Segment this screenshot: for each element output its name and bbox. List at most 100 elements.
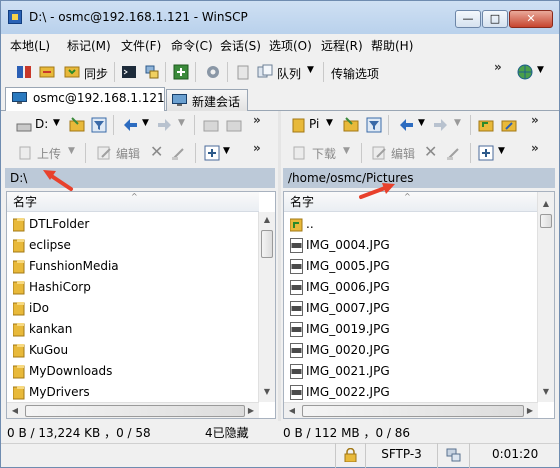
- remote-action-overflow-chevron[interactable]: »: [531, 141, 539, 155]
- scroll-up-arrow[interactable]: ▲: [259, 212, 275, 228]
- synchronize-icon[interactable]: [64, 64, 80, 80]
- upload-dropdown-arrow[interactable]: ▼: [68, 146, 75, 156]
- local-horizontal-scrollbar[interactable]: ◀ ▶: [7, 402, 259, 418]
- minimize-button[interactable]: —: [455, 10, 481, 28]
- list-item[interactable]: IMG_0007.JPG: [284, 298, 538, 319]
- back-dropdown-arrow[interactable]: ▼: [142, 118, 149, 128]
- tab-new-session[interactable]: 新建会话: [166, 89, 248, 111]
- menu-mark[interactable]: 标记(M): [67, 37, 111, 54]
- delete-icon[interactable]: ✕: [150, 142, 163, 161]
- list-item[interactable]: IMG_0004.JPG: [284, 235, 538, 256]
- remote-path-bar[interactable]: /home/osmc/Pictures: [283, 168, 555, 188]
- list-item[interactable]: IMG_0006.JPG: [284, 277, 538, 298]
- menu-session[interactable]: 会话(S): [220, 37, 261, 54]
- remote-drive-select[interactable]: Pi: [309, 117, 319, 131]
- properties-icon[interactable]: [446, 145, 462, 161]
- scroll-left-arrow[interactable]: ◀: [284, 403, 300, 418]
- open-folder-icon[interactable]: [69, 117, 85, 133]
- h-scroll-thumb[interactable]: [25, 405, 245, 417]
- forward-dropdown-arrow[interactable]: ▼: [178, 118, 185, 128]
- edit-icon[interactable]: [371, 145, 387, 161]
- scroll-left-arrow[interactable]: ◀: [7, 403, 23, 418]
- transfer-options-button[interactable]: 传输选项: [331, 65, 379, 82]
- maximize-button[interactable]: □: [482, 10, 508, 28]
- filter-icon[interactable]: [91, 117, 107, 133]
- new-item-dropdown-arrow[interactable]: ▼: [223, 146, 230, 156]
- upload-button[interactable]: 上传: [37, 145, 61, 162]
- local-address-overflow-chevron[interactable]: »: [253, 113, 261, 127]
- keep-remote-updated-icon[interactable]: [39, 64, 55, 80]
- scroll-thumb[interactable]: [261, 230, 273, 258]
- filter-icon[interactable]: [366, 117, 382, 133]
- remote-vertical-scrollbar[interactable]: ▲ ▼: [537, 192, 554, 402]
- list-item[interactable]: eclipse: [7, 235, 259, 256]
- list-item[interactable]: DTLFolder: [7, 214, 259, 235]
- list-item[interactable]: kankan: [7, 319, 259, 340]
- remote-address-overflow-chevron[interactable]: »: [531, 113, 539, 127]
- close-button[interactable]: ✕: [509, 10, 553, 28]
- new-item-plus-icon[interactable]: [204, 145, 220, 161]
- list-item[interactable]: IMG_0019.JPG: [284, 319, 538, 340]
- console-icon[interactable]: [121, 64, 137, 80]
- list-item[interactable]: IMG_0021.JPG: [284, 361, 538, 382]
- forward-arrow-icon[interactable]: [433, 117, 449, 133]
- preferences-gear-icon[interactable]: [205, 64, 221, 80]
- root-dir-icon[interactable]: [226, 117, 242, 133]
- tab-session[interactable]: osmc@192.168.1.121: [5, 87, 165, 111]
- queue-dropdown-arrow[interactable]: ▼: [307, 65, 314, 75]
- parent-dir-icon[interactable]: [203, 117, 219, 133]
- menu-local[interactable]: 本地(L): [10, 37, 50, 54]
- forward-dropdown-arrow[interactable]: ▼: [454, 118, 461, 128]
- scroll-right-arrow[interactable]: ▶: [522, 403, 538, 418]
- local-column-name-header[interactable]: 名字 ^: [7, 192, 259, 212]
- list-item[interactable]: HashiCorp: [7, 277, 259, 298]
- list-item[interactable]: FunshionMedia: [7, 256, 259, 277]
- edit-icon[interactable]: [96, 145, 112, 161]
- parent-dir-icon[interactable]: [478, 117, 494, 133]
- scroll-up-arrow[interactable]: ▲: [538, 196, 554, 212]
- download-icon[interactable]: [291, 145, 307, 161]
- menu-command[interactable]: 命令(C): [171, 37, 213, 54]
- forward-arrow-icon[interactable]: [157, 117, 173, 133]
- menu-help[interactable]: 帮助(H): [371, 37, 413, 54]
- list-item-parent[interactable]: ..: [284, 214, 538, 235]
- scroll-down-arrow[interactable]: ▼: [538, 384, 554, 400]
- local-action-overflow-chevron[interactable]: »: [253, 141, 261, 155]
- local-vertical-scrollbar[interactable]: ▲ ▼: [258, 212, 275, 402]
- clipboard-icon[interactable]: [235, 64, 251, 80]
- list-item[interactable]: KuGou: [7, 340, 259, 361]
- remote-horizontal-scrollbar[interactable]: ◀ ▶: [284, 402, 538, 418]
- putty-icon[interactable]: [144, 64, 160, 80]
- list-item[interactable]: MyDrivers: [7, 382, 259, 403]
- new-item-plus-icon[interactable]: [478, 145, 494, 161]
- properties-icon[interactable]: [171, 145, 187, 161]
- menu-remote[interactable]: 远程(R): [321, 37, 363, 54]
- download-button[interactable]: 下载: [312, 145, 336, 162]
- upload-icon[interactable]: [17, 145, 33, 161]
- download-dropdown-arrow[interactable]: ▼: [343, 146, 350, 156]
- scroll-thumb[interactable]: [540, 214, 552, 228]
- remote-column-name-header[interactable]: 名字 ^: [284, 192, 538, 212]
- list-item[interactable]: IMG_0022.JPG: [284, 382, 538, 403]
- edit-button[interactable]: 编辑: [391, 145, 415, 162]
- queue-button[interactable]: 队列: [277, 65, 301, 82]
- new-item-dropdown-arrow[interactable]: ▼: [498, 146, 505, 156]
- list-item[interactable]: IMG_0020.JPG: [284, 340, 538, 361]
- list-item[interactable]: MyDownloads: [7, 361, 259, 382]
- network-globe-icon[interactable]: [517, 64, 533, 80]
- back-arrow-icon[interactable]: [122, 117, 138, 133]
- menu-options[interactable]: 选项(O): [269, 37, 312, 54]
- edit-button[interactable]: 编辑: [116, 145, 140, 162]
- list-item[interactable]: IMG_0005.JPG: [284, 256, 538, 277]
- queue-icon[interactable]: [257, 64, 273, 80]
- open-folder-icon[interactable]: [343, 117, 359, 133]
- delete-icon[interactable]: ✕: [424, 142, 437, 161]
- list-item[interactable]: iDo: [7, 298, 259, 319]
- synchronize-button[interactable]: 同步: [84, 65, 108, 82]
- scroll-down-arrow[interactable]: ▼: [259, 384, 275, 400]
- compare-dirs-icon[interactable]: [16, 64, 32, 80]
- h-scroll-thumb[interactable]: [302, 405, 524, 417]
- open-dir-icon[interactable]: [173, 64, 189, 80]
- remote-drive-dropdown-arrow[interactable]: ▼: [326, 118, 333, 128]
- network-dropdown-arrow[interactable]: ▼: [537, 65, 544, 75]
